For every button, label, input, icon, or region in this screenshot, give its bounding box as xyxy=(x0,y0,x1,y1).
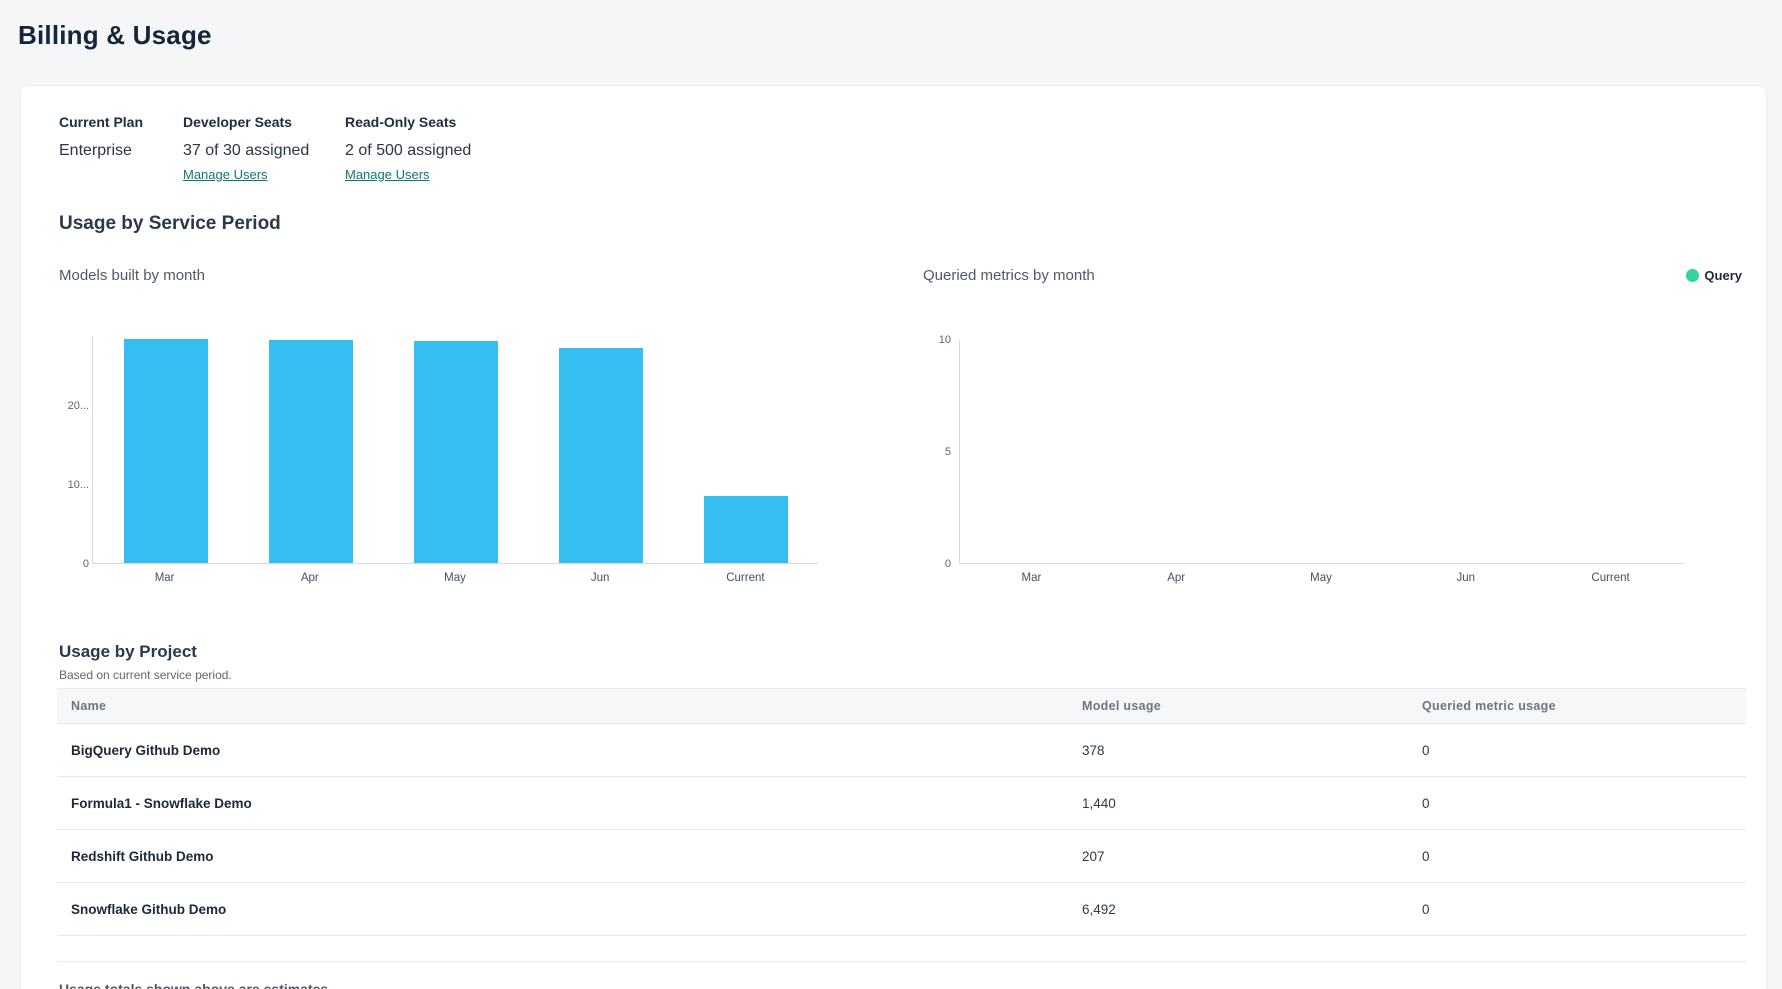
x-tick-label: Jun xyxy=(528,572,673,584)
project-name-cell: BigQuery Github Demo xyxy=(57,743,1082,758)
y-tick-label: 20... xyxy=(49,399,89,413)
query-legend-label: Query xyxy=(1704,268,1742,283)
models-built-chart-title: Models built by month xyxy=(59,267,205,284)
bar-mar[interactable] xyxy=(124,339,208,563)
chart-legend: Query xyxy=(1686,267,1742,283)
model-usage-cell: 207 xyxy=(1082,849,1422,864)
billing-card: Current Plan Enterprise Developer Seats … xyxy=(20,85,1767,989)
model-usage-cell: 6,492 xyxy=(1082,902,1422,917)
readonly-seats-label: Read-Only Seats xyxy=(345,113,471,131)
current-plan-label: Current Plan xyxy=(59,113,143,131)
column-header-model-usage: Model usage xyxy=(1082,699,1422,713)
developer-seats-value: 37 of 30 assigned xyxy=(183,141,309,161)
table-row: Snowflake Github Demo6,4920 xyxy=(57,883,1746,936)
x-tick-label: Apr xyxy=(237,572,382,584)
x-tick-label: Current xyxy=(673,572,818,584)
x-tick-label: Mar xyxy=(92,572,237,584)
readonly-seats-block: Read-Only Seats 2 of 500 assigned Manage… xyxy=(345,113,471,184)
model-usage-cell: 378 xyxy=(1082,743,1422,758)
x-tick-label: Current xyxy=(1538,572,1683,584)
y-tick-label: 0 xyxy=(911,557,951,571)
y-tick-label: 5 xyxy=(911,445,951,459)
x-tick-label: May xyxy=(1249,572,1394,584)
project-name-cell: Snowflake Github Demo xyxy=(57,902,1082,917)
billing-usage-page: Billing & Usage Current Plan Enterprise … xyxy=(0,0,1782,989)
page-title: Billing & Usage xyxy=(18,20,212,51)
column-header-queried-metric-usage: Queried metric usage xyxy=(1422,699,1746,713)
table-row: Formula1 - Snowflake Demo1,4400 xyxy=(57,777,1746,830)
usage-by-project-subtitle: Based on current service period. xyxy=(59,668,232,682)
models-built-x-axis: MarAprMayJunCurrent xyxy=(92,572,818,588)
x-tick-label: Apr xyxy=(1104,572,1249,584)
usage-estimates-footnote: Usage totals shown above are estimates xyxy=(59,981,328,989)
x-tick-label: Mar xyxy=(959,572,1104,584)
usage-by-project-title: Usage by Project xyxy=(59,642,197,662)
manage-users-link-readonly[interactable]: Manage Users xyxy=(345,167,430,182)
models-built-plot-area xyxy=(92,336,818,564)
project-name-cell: Redshift Github Demo xyxy=(57,849,1082,864)
readonly-seats-value: 2 of 500 assigned xyxy=(345,141,471,161)
models-built-y-axis: 010...20... xyxy=(49,336,89,564)
queried-metric-usage-cell: 0 xyxy=(1422,796,1746,811)
y-tick-label: 10 xyxy=(911,333,951,347)
model-usage-cell: 1,440 xyxy=(1082,796,1422,811)
y-tick-label: 10... xyxy=(49,478,89,492)
table-footer-spacer xyxy=(57,936,1746,962)
table-body: BigQuery Github Demo3780Formula1 - Snowf… xyxy=(57,724,1746,936)
queried-metrics-y-axis: 0510 xyxy=(911,340,951,564)
column-header-name: Name xyxy=(57,699,1082,713)
usage-by-project-table: Name Model usage Queried metric usage Bi… xyxy=(57,688,1746,962)
queried-metrics-plot-area xyxy=(959,340,1683,564)
developer-seats-label: Developer Seats xyxy=(183,113,309,131)
bar-apr[interactable] xyxy=(269,340,353,563)
usage-by-service-period-title: Usage by Service Period xyxy=(59,213,281,235)
project-name-cell: Formula1 - Snowflake Demo xyxy=(57,796,1082,811)
queried-metric-usage-cell: 0 xyxy=(1422,849,1746,864)
queried-metrics-x-axis: MarAprMayJunCurrent xyxy=(959,572,1683,588)
y-tick-label: 0 xyxy=(49,557,89,571)
query-legend-dot-icon xyxy=(1686,269,1699,282)
x-tick-label: May xyxy=(382,572,527,584)
table-row: Redshift Github Demo2070 xyxy=(57,830,1746,883)
queried-metric-usage-cell: 0 xyxy=(1422,902,1746,917)
table-row: BigQuery Github Demo3780 xyxy=(57,724,1746,777)
bar-jun[interactable] xyxy=(559,348,643,563)
queried-metrics-chart-title: Queried metrics by month xyxy=(923,267,1095,284)
table-header-row: Name Model usage Queried metric usage xyxy=(57,688,1746,724)
developer-seats-block: Developer Seats 37 of 30 assigned Manage… xyxy=(183,113,309,184)
queried-metric-usage-cell: 0 xyxy=(1422,743,1746,758)
current-plan-block: Current Plan Enterprise xyxy=(59,113,143,161)
bar-current[interactable] xyxy=(704,496,788,563)
bar-may[interactable] xyxy=(414,341,498,563)
current-plan-value: Enterprise xyxy=(59,141,143,161)
manage-users-link-developer[interactable]: Manage Users xyxy=(183,167,268,182)
x-tick-label: Jun xyxy=(1393,572,1538,584)
